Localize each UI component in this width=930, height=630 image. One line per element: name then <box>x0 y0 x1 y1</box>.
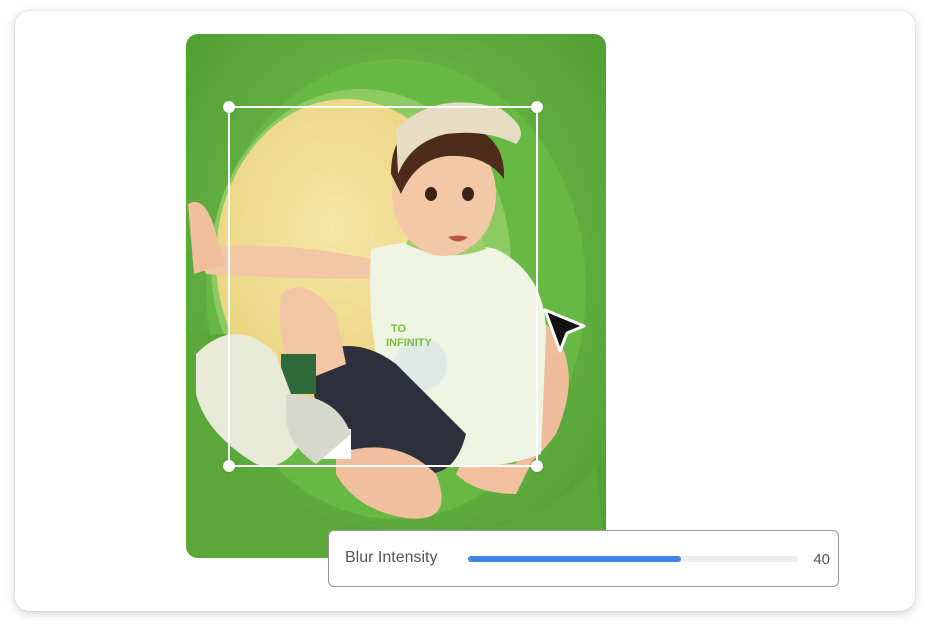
resize-handle-top-right[interactable] <box>531 101 543 113</box>
resize-handle-top-left[interactable] <box>223 101 235 113</box>
blur-intensity-value: 40 <box>813 551 830 568</box>
resize-handle-bottom-left[interactable] <box>223 460 235 472</box>
resize-handle-bottom-right[interactable] <box>531 460 543 472</box>
selection-box[interactable] <box>223 101 543 472</box>
blur-intensity-label: Blur Intensity <box>345 549 438 566</box>
blur-intensity-slider[interactable] <box>468 556 798 562</box>
arrow-cursor-icon <box>540 306 588 356</box>
blur-intensity-panel: Blur Intensity 40 <box>328 530 839 587</box>
blur-intensity-slider-fill <box>468 556 681 562</box>
